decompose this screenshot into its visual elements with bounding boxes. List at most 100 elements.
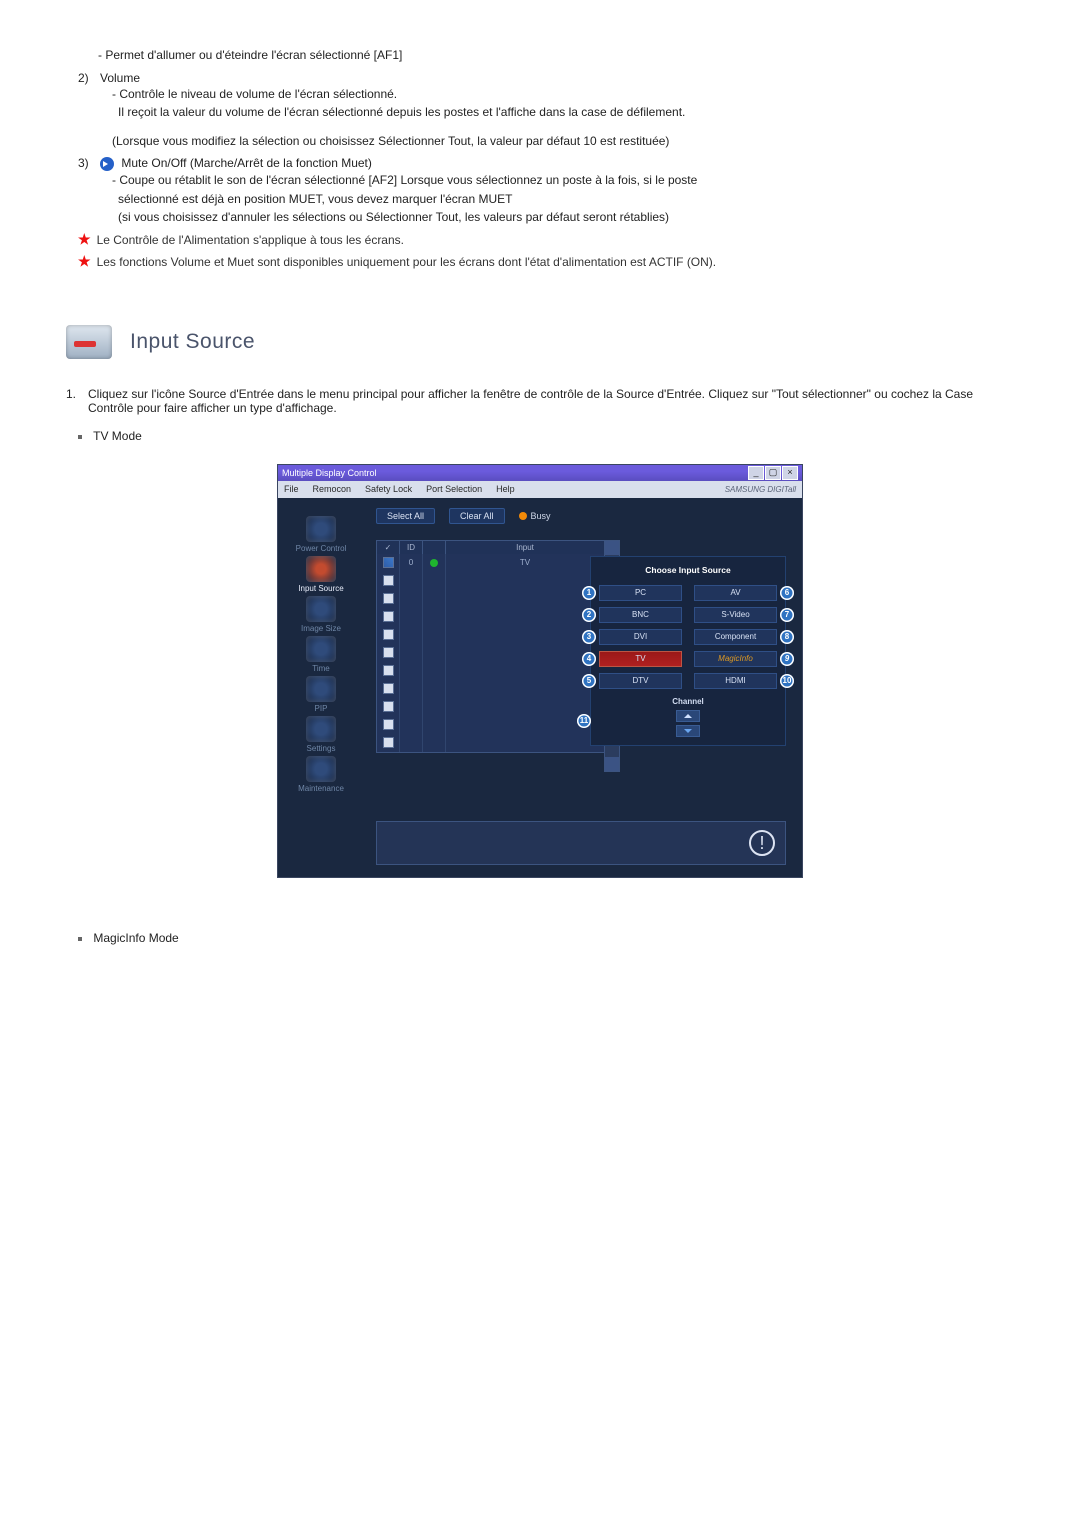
mute-line1c: (si vous choisissez d'annuler les sélect…: [118, 208, 1014, 227]
sidebar-item-input-source[interactable]: Input Source: [284, 556, 358, 593]
menu-remocon[interactable]: Remocon: [313, 484, 352, 494]
menu-port-selection[interactable]: Port Selection: [426, 484, 482, 494]
sidebar-item-power-control[interactable]: Power Control: [284, 516, 358, 553]
titlebar: Multiple Display Control _ ▢ ×: [278, 465, 802, 481]
sidebar-item-settings[interactable]: Settings: [284, 716, 358, 753]
checkbox[interactable]: [383, 683, 394, 694]
checkbox[interactable]: [383, 629, 394, 640]
grid-row[interactable]: [377, 608, 605, 626]
item-mute: 3) Mute On/Off (Marche/Arrêt de la fonct…: [78, 156, 1014, 227]
display-grid: ✓ ID Input 0 TV: [376, 540, 606, 753]
callout-badge: 11: [577, 714, 591, 728]
scroll-down-button[interactable]: [605, 757, 619, 771]
source-dvi-button[interactable]: DVI3: [599, 629, 682, 645]
mute-line1: - Coupe ou rétablit le son de l'écran sé…: [112, 171, 1014, 190]
mode-tv: TV Mode: [78, 429, 1014, 443]
grid-row[interactable]: [377, 698, 605, 716]
checkbox[interactable]: [383, 575, 394, 586]
volume-label: Volume: [100, 71, 1014, 85]
item-number: 2): [78, 71, 100, 151]
checkbox[interactable]: [383, 593, 394, 604]
checkbox[interactable]: [383, 665, 394, 676]
volume-line2: Il reçoit la valeur du volume de l'écran…: [118, 103, 1014, 122]
source-dtv-button[interactable]: DTV5: [599, 673, 682, 689]
checkbox[interactable]: [383, 719, 394, 730]
app-title: Multiple Display Control: [282, 468, 377, 478]
grid-row[interactable]: [377, 626, 605, 644]
scroll-up-button[interactable]: [605, 541, 619, 555]
source-hdmi-button[interactable]: HDMI10: [694, 673, 777, 689]
checkbox[interactable]: [383, 737, 394, 748]
maximize-button[interactable]: ▢: [765, 466, 781, 480]
source-tv-button[interactable]: TV4: [599, 651, 682, 667]
source-pc-button[interactable]: PC1: [599, 585, 682, 601]
channel-title: Channel: [599, 697, 777, 706]
clear-all-button[interactable]: Clear All: [449, 508, 505, 524]
mute-label: Mute On/Off (Marche/Arrêt de la fonction…: [121, 156, 372, 170]
grid-row[interactable]: [377, 644, 605, 662]
checkbox[interactable]: [383, 647, 394, 658]
checkbox-checked[interactable]: [383, 557, 394, 568]
grid-cell-id: 0: [400, 554, 423, 572]
sidebar-item-time[interactable]: Time: [284, 636, 358, 673]
power-icon: [306, 516, 336, 542]
grid-header-input: Input: [446, 541, 605, 554]
toolbar: Select All Clear All Busy: [364, 498, 802, 534]
instruction1-text: Cliquez sur l'icône Source d'Entrée dans…: [88, 387, 1014, 415]
mode-tv-label: TV Mode: [93, 429, 142, 443]
close-button[interactable]: ×: [782, 466, 798, 480]
star-icon: ★: [78, 231, 91, 248]
source-s-video-button[interactable]: S-Video7: [694, 607, 777, 623]
status-led-icon: [430, 559, 438, 567]
item-volume: 2) Volume - Contrôle le niveau de volume…: [78, 71, 1014, 151]
note-1: ★ Le Contrôle de l'Alimentation s'appliq…: [78, 231, 1014, 249]
callout-badge: 7: [780, 608, 794, 622]
sidebar-item-image-size[interactable]: Image Size: [284, 596, 358, 633]
channel-down-button[interactable]: [676, 725, 700, 737]
source-av-button[interactable]: AV6: [694, 585, 777, 601]
star-icon: ★: [78, 253, 91, 270]
input-source-header-icon: [66, 325, 112, 359]
menu-safety-lock[interactable]: Safety Lock: [365, 484, 412, 494]
select-all-button[interactable]: Select All: [376, 508, 435, 524]
channel-up-button[interactable]: [676, 710, 700, 722]
sidebar-item-pip[interactable]: PIP: [284, 676, 358, 713]
item-number: 3): [78, 156, 100, 227]
callout-badge: 6: [780, 586, 794, 600]
app-window: Multiple Display Control _ ▢ × File Remo…: [278, 465, 802, 877]
source-bnc-button[interactable]: BNC2: [599, 607, 682, 623]
grid-row[interactable]: [377, 680, 605, 698]
grid-row[interactable]: 0 TV: [377, 554, 605, 572]
grid-header-id: ID: [400, 541, 423, 554]
checkbox[interactable]: [383, 611, 394, 622]
channel-block: Channel 11: [599, 697, 777, 737]
minimize-button[interactable]: _: [748, 466, 764, 480]
menu-help[interactable]: Help: [496, 484, 515, 494]
settings-icon: [306, 716, 336, 742]
note-2: ★ Les fonctions Volume et Muet sont disp…: [78, 253, 1014, 271]
info-icon: !: [749, 830, 775, 856]
source-component-button[interactable]: Component8: [694, 629, 777, 645]
checkbox[interactable]: [383, 701, 394, 712]
busy-label: Busy: [531, 511, 551, 521]
callout-badge: 10: [780, 674, 794, 688]
grid-header: ✓ ID Input: [377, 541, 605, 554]
pip-icon: [306, 676, 336, 702]
grid-header-check: ✓: [377, 541, 400, 554]
speaker-icon: [100, 157, 114, 171]
grid-cell-input: TV: [446, 554, 605, 572]
menu-file[interactable]: File: [284, 484, 299, 494]
source-magicinfo-button[interactable]: MagicInfo9: [694, 651, 777, 667]
grid-row[interactable]: [377, 716, 605, 734]
grid-row[interactable]: [377, 734, 605, 752]
note1-text: Le Contrôle de l'Alimentation s'applique…: [97, 231, 1014, 249]
maintenance-icon: [306, 756, 336, 782]
sidebar-item-maintenance[interactable]: Maintenance: [284, 756, 358, 793]
grid-row[interactable]: [377, 662, 605, 680]
item-number: 1.: [66, 387, 88, 415]
mode-magicinfo-label: MagicInfo Mode: [93, 931, 178, 945]
grid-row[interactable]: [377, 590, 605, 608]
note2-text: Les fonctions Volume et Muet sont dispon…: [97, 253, 1014, 271]
input-source-icon: [306, 556, 336, 582]
grid-row[interactable]: [377, 572, 605, 590]
